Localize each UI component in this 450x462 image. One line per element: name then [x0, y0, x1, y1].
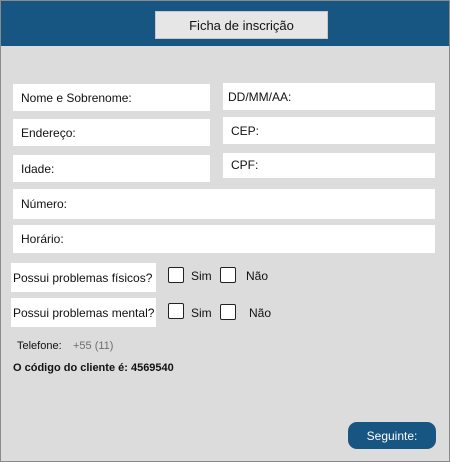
phone-input[interactable]: +55 (11) [73, 340, 113, 352]
birthdate-field[interactable]: DD/MM/AA: [223, 83, 435, 110]
time-field-label: Horário: [21, 232, 64, 246]
number-field-label: Número: [21, 197, 68, 211]
birthdate-field-label: DD/MM/AA: [228, 89, 292, 104]
mental-problems-label: Possui problemas mental? [13, 305, 155, 320]
age-field-label: Idade: [21, 161, 55, 176]
form-title: Ficha de inscrição [155, 11, 328, 39]
name-field[interactable]: Nome e Sobrenome: [13, 84, 210, 111]
physical-problems-question: Possui problemas físicos? [11, 263, 156, 292]
time-field[interactable]: Horário: [13, 225, 435, 253]
physical-no-label: Não [246, 269, 269, 283]
age-field[interactable]: Idade: [13, 155, 210, 182]
physical-no-checkbox[interactable] [220, 267, 236, 283]
mental-no-label: Não [249, 306, 272, 320]
number-field[interactable]: Número: [13, 189, 435, 219]
physical-yes-checkbox[interactable] [168, 267, 184, 283]
physical-problems-label: Possui problemas físicos? [13, 270, 153, 285]
form-title-text: Ficha de inscrição [189, 17, 294, 33]
address-field[interactable]: Endereço: [13, 119, 210, 146]
cpf-field[interactable]: CPF: [223, 153, 435, 178]
mental-no-checkbox[interactable] [220, 304, 236, 320]
mental-problems-question: Possui problemas mental? [11, 298, 156, 327]
name-field-label: Nome e Sobrenome: [21, 90, 132, 105]
next-button-label: Seguinte: [366, 428, 418, 443]
address-field-label: Endereço: [21, 125, 76, 140]
cep-field[interactable]: CEP: [223, 117, 435, 144]
header-bar: Ficha de inscrição [1, 1, 449, 46]
physical-yes-label: Sim [191, 269, 212, 283]
cep-field-label: CEP: [231, 123, 260, 138]
phone-label: Telefone: [17, 340, 62, 352]
next-button[interactable]: Seguinte: [348, 422, 436, 449]
mental-yes-checkbox[interactable] [168, 303, 184, 319]
registration-window: Ficha de inscrição Nome e Sobrenome: DD/… [0, 0, 450, 462]
mental-yes-label: Sim [191, 306, 212, 320]
client-code: O código do cliente é: 4569540 [13, 362, 174, 374]
cpf-field-label: CPF: [231, 158, 259, 172]
